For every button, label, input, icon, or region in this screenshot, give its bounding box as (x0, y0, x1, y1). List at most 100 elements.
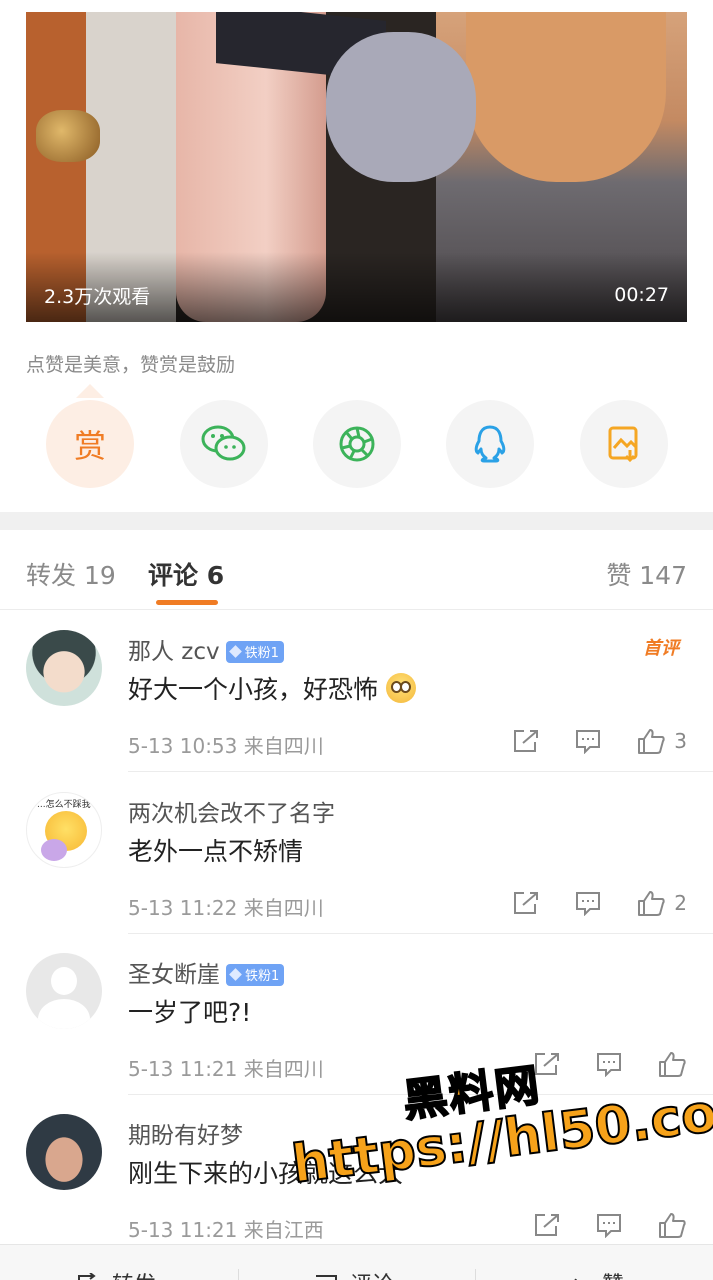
avatar[interactable] (26, 1114, 102, 1190)
comment-author[interactable]: 期盼有好梦 (128, 1116, 243, 1150)
avatar-caption: ...怎么不踩我 (37, 800, 91, 810)
tab-comments-label: 评论 (148, 561, 199, 590)
avatar[interactable] (26, 953, 102, 1029)
thumbs-up-icon (638, 729, 665, 754)
bottom-separator (475, 1269, 476, 1280)
like-comment-button[interactable] (657, 1211, 687, 1239)
bottom-like-label: 赞 (602, 1267, 624, 1280)
thumbs-up-icon (574, 1278, 577, 1280)
comment-actions: 3 (478, 726, 687, 756)
comment-author-name: 圣女断崖 (128, 962, 220, 988)
share-wechat-button[interactable] (180, 400, 268, 488)
comment-author-name: 两次机会改不了名字 (128, 801, 335, 827)
comment-actions (499, 1210, 687, 1240)
repost-icon (78, 1273, 96, 1280)
video-frame-doorknob (36, 110, 100, 162)
fan-badge-label: 铁粉1 (245, 969, 280, 984)
reward-button[interactable]: 赏 (46, 400, 134, 488)
comment-icon (597, 1214, 621, 1238)
comment-meta: 5-13 11:21 来自江西 (128, 1218, 324, 1242)
share-icon (535, 1214, 559, 1236)
comment-text: 一岁了吧?! (128, 998, 252, 1027)
like-comment-button[interactable]: 2 (636, 889, 687, 917)
comment-item: ...怎么不踩我 两次机会改不了名字 老外一点不矫情 5-13 11:22 来自… (0, 792, 713, 934)
bottom-repost-button[interactable]: 转发 (76, 1267, 156, 1280)
reply-comment-button[interactable] (595, 1212, 623, 1238)
tab-comments[interactable]: 评论 6 (148, 556, 224, 592)
comment-author[interactable]: 那人 zcv 铁粉1 (128, 632, 284, 666)
comment-author[interactable]: 圣女断崖 铁粉1 (128, 955, 285, 989)
comment-icon (576, 892, 601, 916)
bottom-repost-label: 转发 (112, 1267, 156, 1280)
save-image-icon (608, 426, 638, 463)
comment-text: 老外一点不矫情 (128, 837, 304, 866)
video-view-count: 2.3万次观看 (44, 286, 151, 308)
bottom-separator (238, 1269, 239, 1280)
comment-divider (128, 771, 713, 772)
tab-likes[interactable]: 赞 147 (606, 556, 687, 592)
tab-likes-label: 赞 (606, 561, 632, 590)
fan-badge: 铁粉1 (225, 640, 284, 663)
shocked-emoji-icon (385, 673, 416, 703)
tab-repost-count: 19 (83, 561, 116, 590)
comment-author[interactable]: 两次机会改不了名字 (128, 794, 335, 828)
reward-label: 赏 (73, 427, 106, 465)
save-image-button[interactable] (580, 400, 668, 488)
interaction-tabs: 转发 19 评论 6 赞 147 (0, 530, 713, 610)
tab-repost-label: 转发 (26, 561, 77, 590)
video-duration: 00:27 (614, 284, 669, 306)
avatar-emoji-blush (41, 839, 67, 861)
section-gap (0, 512, 713, 530)
tab-comments-count: 6 (206, 561, 225, 590)
thumbs-up-icon (638, 891, 665, 916)
share-qq-button[interactable] (446, 400, 534, 488)
repost-comment-button[interactable] (512, 728, 540, 754)
reply-comment-button[interactable] (574, 890, 602, 916)
wechat-icon (201, 425, 246, 461)
moments-icon (339, 426, 375, 462)
first-comment-tag: 首评 (643, 638, 679, 659)
default-avatar-head-icon (51, 967, 77, 995)
avatar[interactable] (26, 630, 102, 706)
like-comment-button[interactable]: 3 (636, 727, 687, 755)
weibo-post-page: 2.3万次观看 00:27 点赞是美意，赞赏是鼓励 赏 转发 19 评论 6 赞… (0, 0, 713, 1280)
bottom-comment-label: 评论 (350, 1267, 394, 1280)
comment-icon (316, 1275, 337, 1280)
comment-text-content: 好大一个小孩，好恐怖 (128, 675, 379, 704)
fan-badge-label: 铁粉1 (244, 646, 279, 661)
fan-badge: 铁粉1 (226, 963, 285, 986)
reply-comment-button[interactable] (574, 728, 602, 754)
share-icon (514, 892, 539, 914)
comment-like-count: 3 (674, 729, 687, 753)
comment-text: 好大一个小孩，好恐怖 (128, 670, 416, 706)
comment-like-count: 2 (674, 891, 687, 915)
default-avatar-body-icon (38, 999, 90, 1029)
video-player[interactable]: 2.3万次观看 00:27 (26, 12, 687, 322)
comment-icon (576, 730, 601, 754)
repost-comment-button[interactable] (533, 1212, 561, 1238)
comment-item: 那人 zcv 铁粉1 首评 好大一个小孩，好恐怖 5-13 10:53 来自四川 … (0, 630, 713, 772)
bottom-action-bar: 转发 评论 赞 (0, 1244, 713, 1280)
bottom-like-button[interactable]: 赞 (566, 1267, 624, 1280)
avatar[interactable]: ...怎么不踩我 (26, 792, 102, 868)
comment-actions: 2 (478, 888, 687, 918)
comment-author-name: 期盼有好梦 (128, 1123, 243, 1149)
diamond-icon (229, 968, 242, 981)
comment-author-name: 那人 zcv (128, 639, 220, 665)
video-frame-hair (466, 12, 666, 182)
share-moments-button[interactable] (313, 400, 401, 488)
active-tab-indicator (156, 600, 218, 605)
comment-meta: 5-13 10:53 来自四川 (128, 734, 324, 758)
qq-icon (474, 425, 506, 463)
thumbs-up-icon (659, 1213, 686, 1238)
tab-repost[interactable]: 转发 19 (26, 556, 116, 592)
comment-divider (128, 933, 713, 934)
repost-comment-button[interactable] (512, 890, 540, 916)
diamond-icon (228, 645, 242, 658)
reward-tip-arrow (76, 384, 104, 398)
comment-meta: 5-13 11:22 来自四川 (128, 896, 324, 920)
video-frame-baby (326, 32, 476, 182)
bottom-comment-button[interactable]: 评论 (314, 1267, 394, 1280)
share-row: 赏 (0, 400, 713, 490)
reward-tip: 点赞是美意，赞赏是鼓励 (26, 354, 236, 376)
